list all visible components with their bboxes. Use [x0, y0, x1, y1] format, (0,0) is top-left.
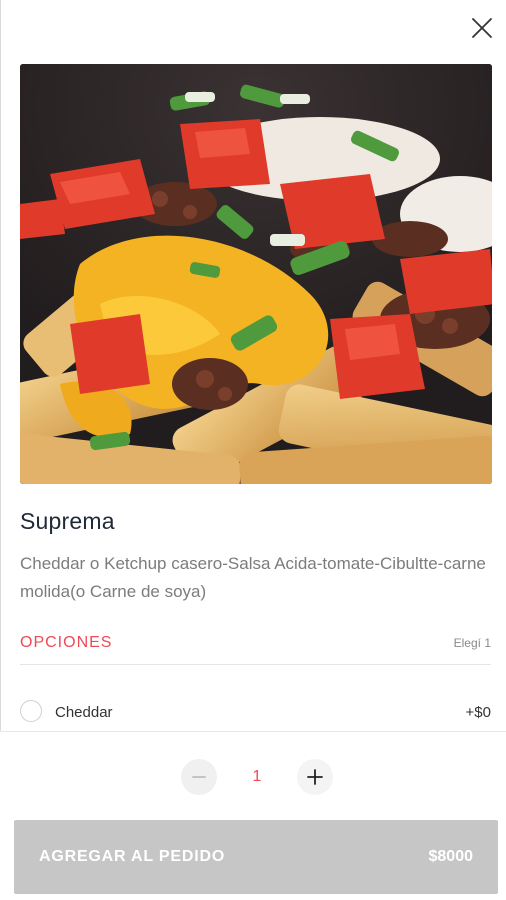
product-title: Suprema [20, 508, 115, 534]
close-button[interactable] [468, 14, 496, 42]
option-item-cheddar[interactable]: Cheddar +$0 [20, 698, 491, 728]
option-radio[interactable] [20, 700, 42, 722]
options-divider [20, 664, 491, 665]
close-icon [472, 18, 492, 38]
options-choose-hint: Elegí 1 [453, 636, 491, 650]
plus-icon [307, 769, 323, 785]
quantity-increase-button[interactable] [297, 759, 333, 795]
quantity-value: 1 [252, 768, 262, 785]
add-to-order-button[interactable]: AGREGAR AL PEDIDO $8000 [14, 820, 498, 894]
minus-icon [192, 776, 206, 778]
product-image [20, 64, 492, 484]
add-to-order-label: AGREGAR AL PEDIDO [39, 848, 226, 865]
product-description: Cheddar o Ketchup casero-Salsa Acida-tom… [20, 554, 486, 601]
options-header: OPCIONES Elegí 1 [20, 634, 491, 664]
product-modal: Suprema Cheddar o Ketchup casero-Salsa A… [0, 0, 506, 900]
order-footer: 1 AGREGAR AL PEDIDO $8000 [0, 731, 506, 900]
loaded-fries-photo-icon [20, 64, 492, 484]
add-to-order-price: $8000 [428, 848, 474, 865]
options-label: OPCIONES [20, 634, 113, 651]
quantity-decrease-button[interactable] [181, 759, 217, 795]
option-price: +$0 [465, 704, 491, 721]
option-name: Cheddar [55, 704, 113, 721]
